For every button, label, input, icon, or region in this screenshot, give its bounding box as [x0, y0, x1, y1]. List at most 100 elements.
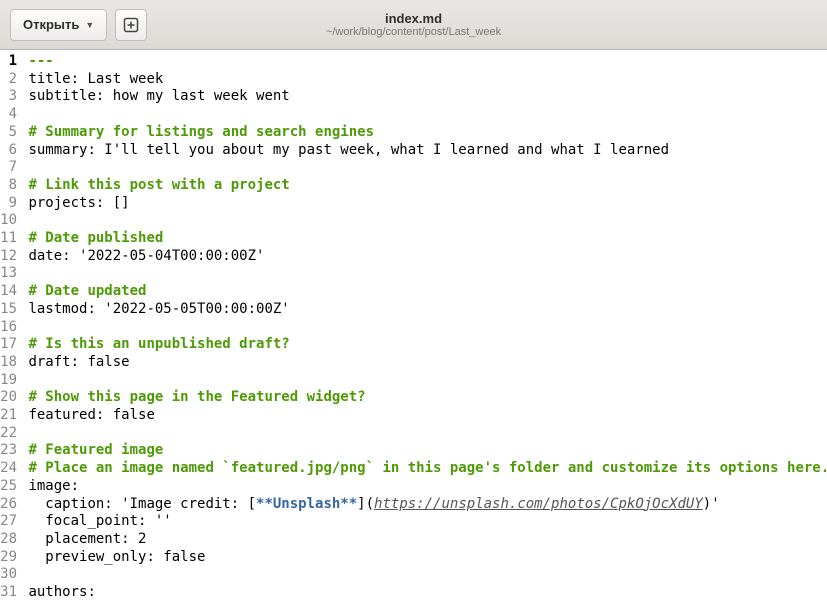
- editor-line[interactable]: 19: [0, 372, 827, 390]
- line-content[interactable]: [28, 265, 827, 283]
- line-content[interactable]: featured: false: [28, 407, 827, 425]
- editor-line[interactable]: 11 # Date published: [0, 230, 827, 248]
- line-number: 20: [0, 389, 20, 407]
- editor-line[interactable]: 1 ---: [0, 53, 827, 71]
- editor-line[interactable]: 27 focal_point: '': [0, 513, 827, 531]
- line-number: 15: [0, 301, 20, 319]
- editor-line[interactable]: 31 authors:: [0, 584, 827, 602]
- editor-line[interactable]: 17 # Is this an unpublished draft?: [0, 336, 827, 354]
- line-content[interactable]: # Show this page in the Featured widget?: [28, 389, 827, 407]
- line-content[interactable]: # Place an image named `featured.jpg/png…: [28, 460, 827, 478]
- line-content[interactable]: ---: [28, 53, 827, 71]
- editor-line[interactable]: 12 date: '2022-05-04T00:00:00Z': [0, 248, 827, 266]
- line-content[interactable]: # Featured image: [28, 442, 827, 460]
- editor-line[interactable]: 25 image:: [0, 478, 827, 496]
- line-number: 26: [0, 496, 20, 514]
- line-number: 21: [0, 407, 20, 425]
- editor-line[interactable]: 26 caption: 'Image credit: [**Unsplash**…: [0, 496, 827, 514]
- line-content[interactable]: # Summary for listings and search engine…: [28, 124, 827, 142]
- line-content[interactable]: caption: 'Image credit: [**Unsplash**](h…: [28, 496, 827, 514]
- line-content[interactable]: authors:: [28, 584, 827, 602]
- editor-line[interactable]: 24 # Place an image named `featured.jpg/…: [0, 460, 827, 478]
- line-number: 4: [0, 106, 20, 124]
- line-number: 28: [0, 531, 20, 549]
- editor-line[interactable]: 7: [0, 159, 827, 177]
- open-button[interactable]: Открыть ▼: [10, 9, 107, 41]
- open-button-label: Открыть: [23, 17, 79, 32]
- line-content[interactable]: # Date published: [28, 230, 827, 248]
- line-content[interactable]: focal_point: '': [28, 513, 827, 531]
- line-number: 11: [0, 230, 20, 248]
- line-number: 13: [0, 265, 20, 283]
- line-number: 3: [0, 88, 20, 106]
- line-number: 5: [0, 124, 20, 142]
- line-content[interactable]: [28, 372, 827, 390]
- line-number: 10: [0, 212, 20, 230]
- line-number: 25: [0, 478, 20, 496]
- editor-line[interactable]: 18 draft: false: [0, 354, 827, 372]
- editor-line[interactable]: 30: [0, 566, 827, 584]
- line-content[interactable]: title: Last week: [28, 71, 827, 89]
- line-number: 1: [0, 53, 20, 71]
- line-content[interactable]: placement: 2: [28, 531, 827, 549]
- editor-line[interactable]: 28 placement: 2: [0, 531, 827, 549]
- editor-line[interactable]: 20 # Show this page in the Featured widg…: [0, 389, 827, 407]
- editor-line[interactable]: 23 # Featured image: [0, 442, 827, 460]
- plus-box-icon: [123, 17, 139, 33]
- line-number: 30: [0, 566, 20, 584]
- line-number: 9: [0, 195, 20, 213]
- line-number: 12: [0, 248, 20, 266]
- line-number: 2: [0, 71, 20, 89]
- line-content[interactable]: # Is this an unpublished draft?: [28, 336, 827, 354]
- line-content[interactable]: draft: false: [28, 354, 827, 372]
- line-content[interactable]: preview_only: false: [28, 549, 827, 567]
- line-number: 23: [0, 442, 20, 460]
- line-content[interactable]: [28, 212, 827, 230]
- line-content[interactable]: # Link this post with a project: [28, 177, 827, 195]
- editor-line[interactable]: 8 # Link this post with a project: [0, 177, 827, 195]
- editor-line[interactable]: 21 featured: false: [0, 407, 827, 425]
- line-number: 19: [0, 372, 20, 390]
- editor-line[interactable]: 4: [0, 106, 827, 124]
- line-content[interactable]: lastmod: '2022-05-05T00:00:00Z': [28, 301, 827, 319]
- line-number: 22: [0, 425, 20, 443]
- editor-line[interactable]: 13: [0, 265, 827, 283]
- line-number: 29: [0, 549, 20, 567]
- line-content[interactable]: # Date updated: [28, 283, 827, 301]
- line-number: 18: [0, 354, 20, 372]
- editor-line[interactable]: 22: [0, 425, 827, 443]
- editor-line[interactable]: 2 title: Last week: [0, 71, 827, 89]
- line-number: 24: [0, 460, 20, 478]
- line-content[interactable]: [28, 159, 827, 177]
- line-number: 6: [0, 142, 20, 160]
- line-content[interactable]: date: '2022-05-04T00:00:00Z': [28, 248, 827, 266]
- line-content[interactable]: subtitle: how my last week went: [28, 88, 827, 106]
- line-number: 17: [0, 336, 20, 354]
- line-content[interactable]: [28, 566, 827, 584]
- line-number: 8: [0, 177, 20, 195]
- editor-line[interactable]: 15 lastmod: '2022-05-05T00:00:00Z': [0, 301, 827, 319]
- line-content[interactable]: image:: [28, 478, 827, 496]
- chevron-down-icon: ▼: [85, 20, 94, 30]
- editor-line[interactable]: 9 projects: []: [0, 195, 827, 213]
- editor-line[interactable]: 29 preview_only: false: [0, 549, 827, 567]
- line-content[interactable]: [28, 106, 827, 124]
- titlebar: Открыть ▼ index.md ~/work/blog/content/p…: [0, 0, 827, 50]
- editor-line[interactable]: 5 # Summary for listings and search engi…: [0, 124, 827, 142]
- editor-area[interactable]: 1 ---2 title: Last week3 subtitle: how m…: [0, 50, 827, 602]
- editor-line[interactable]: 6 summary: I'll tell you about my past w…: [0, 142, 827, 160]
- line-content[interactable]: summary: I'll tell you about my past wee…: [28, 142, 827, 160]
- new-tab-button[interactable]: [115, 9, 147, 41]
- line-content[interactable]: [28, 319, 827, 337]
- line-number: 31: [0, 584, 20, 602]
- editor-line[interactable]: 3 subtitle: how my last week went: [0, 88, 827, 106]
- line-number: 14: [0, 283, 20, 301]
- line-number: 27: [0, 513, 20, 531]
- line-content[interactable]: [28, 425, 827, 443]
- line-number: 7: [0, 159, 20, 177]
- line-content[interactable]: projects: []: [28, 195, 827, 213]
- line-number: 16: [0, 319, 20, 337]
- editor-line[interactable]: 14 # Date updated: [0, 283, 827, 301]
- editor-line[interactable]: 16: [0, 319, 827, 337]
- editor-line[interactable]: 10: [0, 212, 827, 230]
